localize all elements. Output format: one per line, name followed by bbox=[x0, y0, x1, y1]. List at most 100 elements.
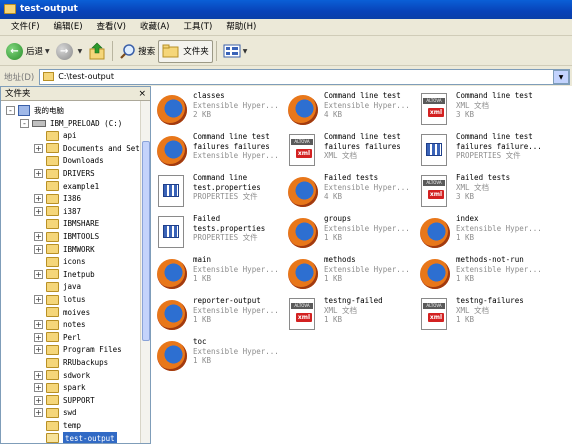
address-input[interactable]: C:\test-output ▼ bbox=[39, 68, 570, 85]
tree-item[interactable]: test-output bbox=[34, 431, 117, 443]
expand-icon[interactable]: + bbox=[34, 143, 43, 153]
file-item[interactable]: ALTOVA xml testng-failed XML 文档 1 KB bbox=[285, 296, 415, 336]
file-item[interactable]: methods-not-run Extensible Hyper... 1 KB bbox=[417, 255, 547, 295]
expand-icon[interactable]: + bbox=[34, 408, 43, 418]
tree-item[interactable]: + sdwork bbox=[34, 369, 90, 382]
tree-item[interactable]: + i387 bbox=[34, 205, 81, 218]
xml-document-icon: ALTOVA xml bbox=[417, 93, 451, 129]
file-item[interactable]: ALTOVA xml Command line test XML 文档 3 KB bbox=[417, 91, 547, 131]
tree-item[interactable]: Downloads bbox=[34, 154, 104, 167]
tree-item[interactable]: + notes bbox=[34, 318, 86, 331]
collapse-icon[interactable]: - bbox=[6, 106, 15, 115]
tree-item[interactable]: + lotus bbox=[34, 293, 86, 306]
expand-icon[interactable]: + bbox=[34, 345, 43, 355]
tree-item[interactable]: moives bbox=[34, 306, 90, 319]
file-item[interactable]: reporter-output Extensible Hyper... 1 KB bbox=[154, 296, 284, 336]
firefox-html-icon bbox=[417, 257, 451, 293]
menu-edit[interactable]: 编辑(E) bbox=[47, 19, 90, 36]
file-text: toc Extensible Hyper... 1 KB bbox=[193, 337, 279, 366]
file-size: 3 KB bbox=[456, 192, 475, 201]
chevron-down-icon: ▼ bbox=[242, 47, 248, 55]
tree-item[interactable]: + swd bbox=[34, 406, 77, 419]
xml-badge: xml bbox=[296, 313, 312, 322]
tree-item-label: Documents and Set bbox=[63, 143, 140, 153]
menu-help[interactable]: 帮助(H) bbox=[219, 19, 263, 36]
expand-icon[interactable]: + bbox=[34, 383, 43, 393]
file-name: reporter-output bbox=[193, 296, 261, 305]
expand-icon[interactable]: + bbox=[34, 332, 43, 342]
tree-item[interactable]: RRUbackups bbox=[34, 356, 108, 369]
file-item[interactable]: ALTOVA xml Failed tests XML 文档 3 KB bbox=[417, 173, 547, 213]
tree-item[interactable]: + SUPPORT bbox=[34, 394, 95, 407]
scrollbar-thumb[interactable] bbox=[142, 141, 150, 341]
expand-icon[interactable]: + bbox=[34, 295, 43, 304]
file-item[interactable]: Failed tests Extensible Hyper... 4 KB bbox=[285, 173, 415, 213]
file-item[interactable]: index Extensible Hyper... 1 KB bbox=[417, 214, 547, 254]
tree-item[interactable]: + DRIVERS bbox=[34, 167, 95, 180]
menu-file[interactable]: 文件(F) bbox=[4, 19, 47, 36]
file-item[interactable]: Command line test failures failure... PRO… bbox=[417, 132, 547, 172]
tree-item[interactable]: java bbox=[34, 280, 81, 293]
close-icon[interactable]: × bbox=[138, 87, 146, 101]
tree-item[interactable]: + Inetpub bbox=[34, 268, 95, 281]
tree-item[interactable]: + IBMTOOLS bbox=[34, 230, 99, 243]
tree-item[interactable]: + spark bbox=[34, 381, 86, 394]
chevron-down-icon[interactable]: ▼ bbox=[553, 69, 569, 84]
expand-icon[interactable]: + bbox=[34, 169, 43, 178]
file-item[interactable]: toc Extensible Hyper... 1 KB bbox=[154, 337, 284, 377]
folder-icon bbox=[46, 181, 59, 192]
file-size: 3 KB bbox=[456, 110, 475, 119]
menu-view[interactable]: 查看(V) bbox=[90, 19, 133, 36]
expand-icon[interactable]: + bbox=[34, 244, 43, 254]
file-type: Extensible Hyper... bbox=[193, 305, 279, 315]
views-button[interactable]: ▼ bbox=[220, 40, 251, 63]
file-item[interactable]: Command line test.properties PROPERTIES 文… bbox=[154, 173, 284, 213]
expand-icon[interactable]: + bbox=[34, 194, 43, 204]
back-button[interactable]: ← 后退 ▼ bbox=[3, 40, 53, 63]
tree-item[interactable]: + I386 bbox=[34, 192, 81, 205]
collapse-icon[interactable]: - bbox=[20, 118, 29, 128]
search-button[interactable]: 搜索 bbox=[116, 40, 158, 63]
file-item[interactable]: groups Extensible Hyper... 1 KB bbox=[285, 214, 415, 254]
expand-icon[interactable]: + bbox=[34, 206, 43, 216]
menu-tools[interactable]: 工具(T) bbox=[176, 19, 219, 36]
tree-item[interactable]: IBMSHARE bbox=[34, 217, 99, 230]
xml-badge: xml bbox=[428, 190, 444, 199]
file-item[interactable]: Command line test Extensible Hyper... 4 KB bbox=[285, 91, 415, 131]
file-type: PROPERTIES 文件 bbox=[456, 151, 521, 160]
tree-item[interactable]: + IBMWORK bbox=[34, 243, 95, 256]
tree-item[interactable]: - IBM_PRELOAD (C:) bbox=[20, 117, 122, 130]
folders-button[interactable]: 文件夹 bbox=[158, 39, 213, 63]
tree-item[interactable]: + Program Files bbox=[34, 343, 122, 356]
file-item[interactable]: ALTOVA xml testng-failures XML 文档 1 KB bbox=[417, 296, 547, 336]
tree-item[interactable]: - 我的电脑 bbox=[6, 104, 64, 117]
file-item[interactable]: Failed tests.properties PROPERTIES 文件 bbox=[154, 214, 284, 254]
file-type: Extensible Hyper... bbox=[193, 264, 279, 274]
tree-item-label: I386 bbox=[63, 194, 82, 204]
tree-item[interactable]: example1 bbox=[34, 180, 99, 193]
firefox-globe-shape bbox=[420, 259, 450, 289]
xml-document-icon: ALTOVA xml bbox=[285, 298, 319, 334]
tree-item[interactable]: api bbox=[34, 129, 77, 142]
menu-favorites[interactable]: 收藏(A) bbox=[133, 19, 176, 36]
tree-item[interactable]: temp bbox=[34, 419, 81, 432]
tree-scrollbar[interactable] bbox=[140, 101, 150, 443]
file-item[interactable]: Command line test failures failures Exten… bbox=[154, 132, 284, 172]
tree-item[interactable]: + Perl bbox=[34, 331, 81, 344]
tree-item[interactable]: + Documents and Set bbox=[34, 142, 140, 155]
up-folder-button[interactable] bbox=[85, 40, 109, 63]
file-text: Command line test.properties PROPERTIES 文… bbox=[193, 173, 261, 202]
expand-icon[interactable]: + bbox=[34, 395, 43, 405]
file-item[interactable]: main Extensible Hyper... 1 KB bbox=[154, 255, 284, 295]
folders-label: 文件夹 bbox=[183, 47, 209, 57]
tree-item[interactable]: icons bbox=[34, 255, 86, 268]
expand-icon[interactable]: + bbox=[34, 232, 43, 241]
file-item[interactable]: classes Extensible Hyper... 2 KB bbox=[154, 91, 284, 131]
folder-icon bbox=[46, 407, 59, 418]
file-item[interactable]: methods Extensible Hyper... 1 KB bbox=[285, 255, 415, 295]
expand-icon[interactable]: + bbox=[34, 320, 43, 330]
expand-icon[interactable]: + bbox=[34, 370, 43, 380]
file-item[interactable]: ALTOVA xml Command line test failures fail… bbox=[285, 132, 415, 172]
forward-button[interactable]: → ▼ bbox=[53, 40, 86, 63]
expand-icon[interactable]: + bbox=[34, 269, 43, 279]
